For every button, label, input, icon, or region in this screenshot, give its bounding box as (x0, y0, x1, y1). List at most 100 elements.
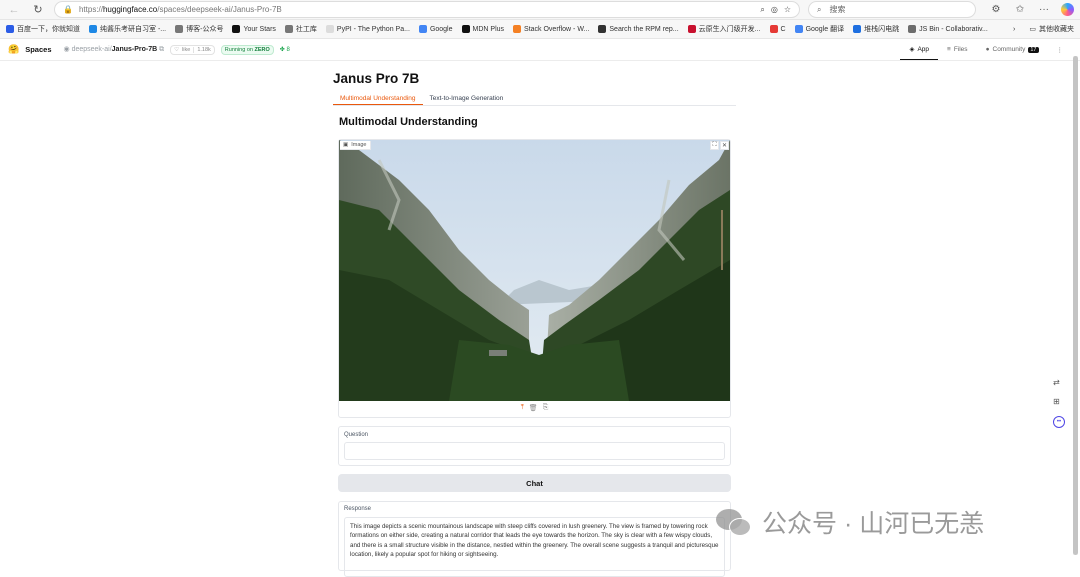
replica-count: ✤ 8 (279, 47, 290, 53)
bookmark-favicon-icon (769, 25, 778, 33)
tab-text-to-image[interactable]: Text-to-Image Generation (423, 93, 511, 105)
more-icon[interactable]: ··· (1037, 4, 1051, 15)
bookmark-label: Google (429, 25, 453, 33)
files-icon: ≡ (947, 46, 951, 53)
bookmark-item[interactable]: 云原生入门级开发... (687, 24, 761, 34)
community-count: 17 (1028, 46, 1039, 53)
running-hardware: ZERO (254, 46, 270, 53)
close-icon[interactable]: ✕ (720, 141, 729, 150)
org-link[interactable]: deepseek-ai (72, 46, 110, 53)
bookmark-favicon-icon (232, 25, 241, 33)
bookmark-favicon-icon (461, 25, 470, 33)
bookmark-label: 社工库 (295, 26, 317, 33)
bookmark-item[interactable]: Google (418, 25, 453, 33)
zoom-icon[interactable]: ⌕ (760, 5, 764, 15)
image-upload[interactable]: ▣ Image ⛶ ✕ ⤒ 🗑 ⎘ (338, 139, 731, 418)
other-bookmarks-label: 其他收藏夹 (1039, 26, 1074, 33)
chat-button[interactable]: Chat (338, 474, 731, 492)
upload-icon[interactable]: ⤒ (521, 404, 524, 412)
search-icon: ⌕ (817, 4, 822, 14)
extensions-icon[interactable]: ⚙ (989, 4, 1003, 15)
page-title: Janus Pro 7B (333, 71, 420, 86)
tab-app[interactable]: ◈ App (900, 39, 939, 60)
search-input[interactable]: ⌕ 搜索 (808, 1, 976, 18)
toolbar-icons: ⚙ ✩ ··· (989, 3, 1074, 16)
translate-icon[interactable]: ⇄ (1053, 378, 1065, 387)
bookmark-item[interactable]: JS Bin - Collaborativ... (908, 25, 988, 33)
bookmark-item[interactable]: Your Stars (232, 25, 276, 33)
bookmark-label: C (780, 25, 786, 33)
chevron-right-icon[interactable]: › (1013, 26, 1015, 33)
bookmark-item[interactable]: 堆栈闪电跳 (853, 24, 899, 34)
favorites-icon[interactable]: ✩ (1013, 4, 1027, 15)
image-label: ▣ Image (340, 141, 371, 150)
bookmark-label: Your Stars (243, 25, 276, 33)
bookmark-label: Google 翻译 (805, 26, 845, 33)
response-label: Response (344, 506, 372, 512)
other-bookmarks-folder[interactable]: ▭ 其他收藏夹 (1029, 24, 1074, 34)
like-button[interactable]: ♡ like 1.18k (170, 44, 215, 55)
bookmark-item[interactable]: C (769, 25, 786, 33)
copilot-icon[interactable] (1061, 3, 1074, 16)
fullscreen-icon[interactable]: ⛶ (710, 141, 719, 150)
menu-icon[interactable]: ⋮ (1048, 39, 1073, 60)
watermark-text: 公众号 · 山河已无恙 (762, 510, 985, 538)
bookmark-favicon-icon (908, 25, 917, 33)
spaces-link[interactable]: Spaces (25, 45, 51, 54)
uploaded-photo (339, 140, 730, 401)
tab-files[interactable]: ≡ Files (938, 39, 977, 60)
image-toolbar: ⤒ 🗑 ⎘ (339, 400, 730, 416)
url-text: https://huggingface.co/spaces/deepseek-a… (78, 5, 282, 14)
bookmark-item[interactable]: 百度一下，你就知道 (6, 24, 80, 34)
scrollbar-thumb[interactable] (1073, 56, 1078, 555)
hf-logo-icon[interactable]: 🤗 (8, 44, 19, 55)
app-page: Janus Pro 7B Multimodal Understanding Te… (0, 62, 1080, 577)
tab-community[interactable]: ● Community 17 (977, 39, 1048, 60)
watermark: 公众号 · 山河已无恙 (716, 504, 984, 540)
bookmark-item[interactable]: PyPI - The Python Pa... (325, 25, 410, 33)
bookmark-item[interactable]: Google 翻译 (794, 24, 845, 34)
image-label-text: Image (351, 142, 367, 148)
mountain-landscape-image (339, 140, 730, 401)
bookmark-favicon-icon (175, 25, 184, 33)
bookmark-label: 百度一下，你就知道 (17, 26, 80, 33)
scrollbar[interactable] (1073, 56, 1078, 555)
repo-link[interactable]: Janus-Pro-7B (112, 46, 158, 53)
question-input[interactable] (344, 442, 725, 460)
tab-community-label: Community (992, 46, 1026, 53)
bookmark-item[interactable]: Stack Overflow - W... (513, 25, 589, 33)
response-textbox[interactable]: This image depicts a scenic mountainous … (344, 517, 725, 577)
bookmark-item[interactable]: Search the RPM rep... (598, 25, 679, 33)
tab-multimodal-understanding[interactable]: Multimodal Understanding (333, 93, 423, 105)
bookmark-favicon-icon (418, 25, 427, 33)
favorite-star-icon[interactable]: ☆ (784, 5, 791, 14)
bookmark-item[interactable]: 纯酱乐考研自习室 -... (89, 24, 166, 34)
grid-icon[interactable]: ⊞ (1053, 397, 1065, 406)
assistant-icon[interactable]: •• (1053, 416, 1065, 428)
bookmark-label: 堆栈闪电跳 (864, 26, 900, 33)
refresh-icon[interactable]: ↻ (30, 2, 46, 18)
status-badge: Running on ZERO (220, 44, 274, 55)
image-icon: ▣ (343, 142, 349, 148)
app-icon: ◈ (909, 46, 915, 53)
bookmark-item[interactable]: 社工库 (284, 24, 317, 34)
bookmark-item[interactable]: 博客-公众号 (175, 24, 223, 34)
bookmark-favicon-icon (513, 25, 522, 33)
read-aloud-icon[interactable]: ◎ (771, 5, 778, 14)
address-bar[interactable]: 🔒 https://huggingface.co/spaces/deepseek… (54, 1, 800, 18)
bookmark-label: 纯酱乐考研自习室 -... (100, 26, 167, 33)
hf-header: 🤗 Spaces ◉ deepseek-ai/Janus-Pro-7B ⧉ ♡ l… (0, 39, 1080, 61)
bookmark-favicon-icon (325, 25, 334, 33)
bookmark-label: JS Bin - Collaborativ... (919, 25, 988, 33)
back-icon[interactable]: ← (6, 2, 22, 18)
bookmark-label: Search the RPM rep... (609, 25, 679, 33)
wechat-icon (716, 507, 754, 537)
copy-icon[interactable]: ⧉ (159, 46, 164, 53)
floating-tools: ⇄ ⊞ •• (1053, 378, 1065, 428)
space-avatar-icon: ◉ (63, 46, 70, 53)
bookmark-item[interactable]: MDN Plus (461, 25, 504, 33)
app-tabs: Multimodal Understanding Text-to-Image G… (333, 93, 736, 106)
search-placeholder: 搜索 (829, 5, 846, 14)
delete-icon[interactable]: 🗑 (529, 404, 538, 412)
clipboard-icon[interactable]: ⎘ (543, 404, 549, 412)
